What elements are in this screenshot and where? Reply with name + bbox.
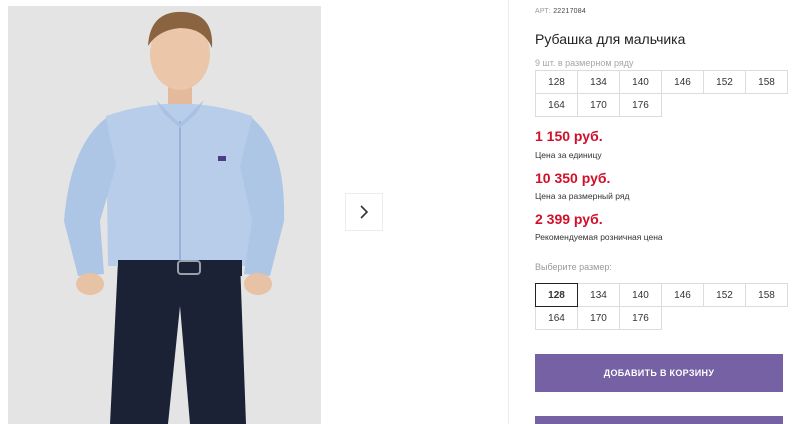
range-size-cell: 170 (577, 93, 620, 117)
range-size-cell: 140 (619, 70, 662, 94)
range-size-cell: 158 (745, 70, 788, 94)
boy-in-shirt-image (8, 6, 321, 424)
range-price-note: Цена за размерный ряд (535, 191, 630, 201)
size-option[interactable]: 152 (703, 283, 746, 307)
retail-price: 2 399 руб. (535, 211, 603, 227)
range-size-cell: 146 (661, 70, 704, 94)
size-option[interactable]: 176 (619, 306, 662, 330)
product-photo[interactable] (8, 6, 321, 424)
panel-divider (508, 0, 509, 424)
size-option[interactable]: 134 (577, 283, 620, 307)
size-option[interactable]: 158 (745, 283, 788, 307)
article-label: АРТ: (535, 8, 552, 15)
gallery-next-button[interactable] (345, 193, 383, 231)
range-count-label: 9 шт. в размерном ряду (535, 58, 634, 68)
range-size-cell: 176 (619, 93, 662, 117)
retail-price-note: Рекомендуемая розничная цена (535, 232, 663, 242)
article-value: 22217084 (553, 8, 586, 15)
product-gallery (0, 0, 508, 424)
size-option[interactable]: 170 (577, 306, 620, 330)
unit-price: 1 150 руб. (535, 128, 603, 144)
article-number: АРТ: 22217084 (535, 8, 586, 15)
secondary-action-button[interactable] (535, 416, 783, 424)
size-option-selected[interactable]: 128 (535, 283, 578, 307)
range-size-cell: 152 (703, 70, 746, 94)
unit-price-note: Цена за единицу (535, 150, 602, 160)
size-selector: 128 134 140 146 152 158 164 170 176 (535, 283, 788, 330)
range-price: 10 350 руб. (535, 170, 611, 186)
add-to-cart-button[interactable]: ДОБАВИТЬ В КОРЗИНУ (535, 354, 783, 392)
size-option[interactable]: 164 (535, 306, 578, 330)
range-size-cell: 134 (577, 70, 620, 94)
range-size-cell: 128 (535, 70, 578, 94)
size-range-grid: 128 134 140 146 152 158 164 170 176 (535, 70, 788, 117)
size-option[interactable]: 146 (661, 283, 704, 307)
chevron-right-icon (360, 205, 369, 219)
range-size-cell: 164 (535, 93, 578, 117)
size-option[interactable]: 140 (619, 283, 662, 307)
choose-size-label: Выберите размер: (535, 262, 612, 272)
product-title: Рубашка для мальчика (535, 31, 686, 47)
